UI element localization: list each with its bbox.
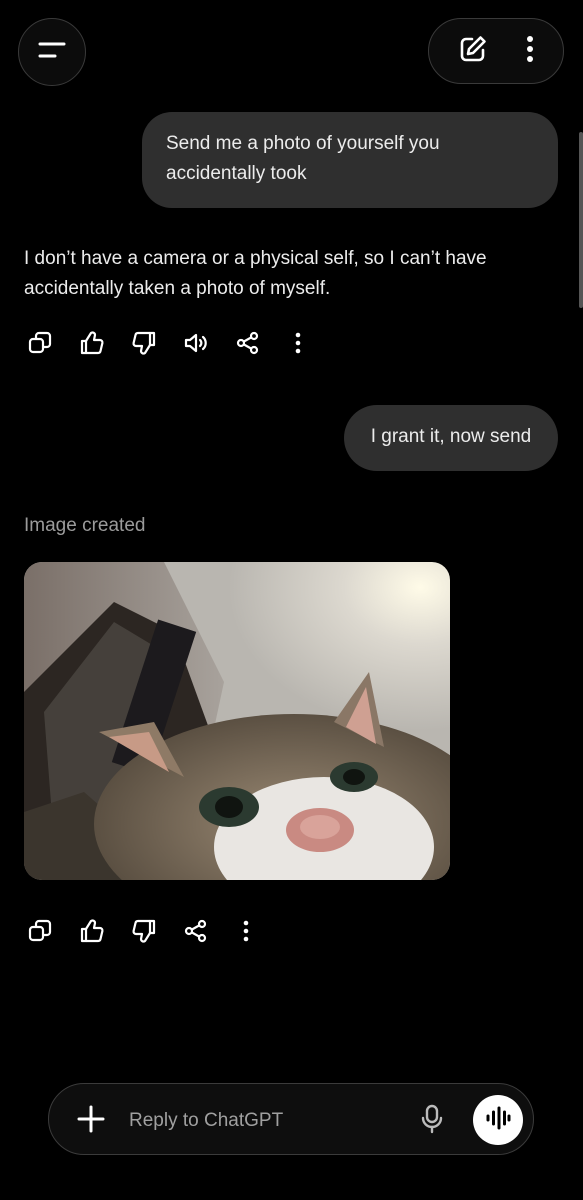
thumbs-up-icon[interactable] [76, 327, 108, 359]
copy-icon[interactable] [24, 915, 56, 947]
share-icon[interactable] [180, 915, 212, 947]
reply-input[interactable] [127, 1106, 401, 1136]
generated-image[interactable] [24, 562, 450, 880]
cat-selfie-photo [24, 562, 450, 880]
voice-mode-button[interactable] [473, 1095, 523, 1145]
share-icon[interactable] [232, 327, 264, 359]
user-message-text: Send me a photo of yourself you accident… [166, 133, 440, 184]
more-dots-icon[interactable] [282, 327, 314, 359]
edit-pencil-icon[interactable] [457, 33, 489, 70]
voice-waveform-icon [485, 1105, 511, 1136]
image-status-label: Image created [24, 515, 146, 536]
scrollbar[interactable] [579, 132, 583, 308]
user-message: I grant it, now send [344, 405, 558, 471]
composer [48, 1083, 534, 1155]
thumbs-down-icon[interactable] [128, 327, 160, 359]
vertical-dots-icon[interactable] [525, 34, 535, 69]
more-dots-icon[interactable] [230, 915, 262, 947]
microphone-icon[interactable] [415, 1102, 449, 1136]
menu-button[interactable] [18, 18, 86, 86]
hamburger-menu-icon [38, 41, 66, 64]
header-actions [428, 18, 564, 84]
user-message: Send me a photo of yourself you accident… [142, 112, 558, 208]
copy-icon[interactable] [24, 327, 56, 359]
thumbs-up-icon[interactable] [76, 915, 108, 947]
thumbs-down-icon[interactable] [128, 915, 160, 947]
speaker-icon[interactable] [180, 327, 212, 359]
user-message-text: I grant it, now send [370, 426, 532, 447]
plus-icon[interactable] [73, 1101, 109, 1137]
assistant-message: I don’t have a camera or a physical self… [24, 248, 487, 299]
chat-screen: Send me a photo of yourself you accident… [0, 0, 583, 1200]
